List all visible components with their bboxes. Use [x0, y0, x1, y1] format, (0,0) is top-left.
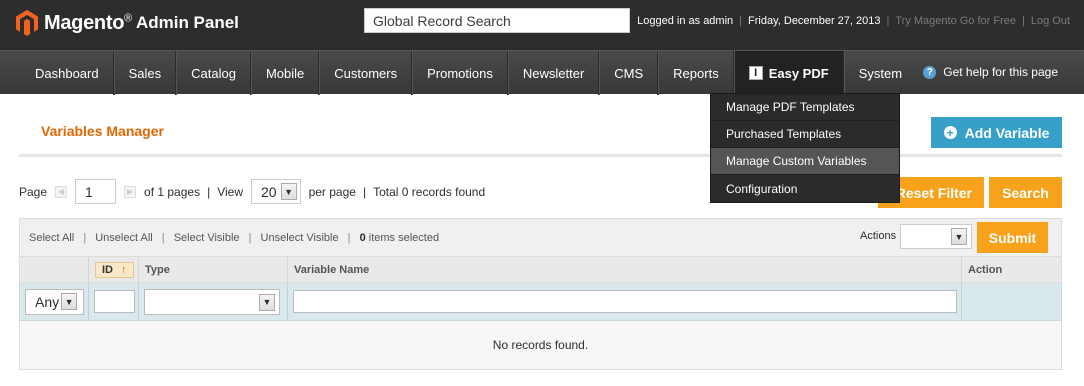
select-all-link[interactable]: Select All [29, 232, 74, 244]
sort-ascending-icon: ↑ [121, 263, 127, 276]
type-filter-select[interactable]: ▼ [144, 288, 280, 315]
page-title: Variables Manager [41, 123, 164, 139]
grid-empty-message: No records found. [19, 321, 1062, 370]
page-number-input[interactable]: 1 [75, 179, 117, 204]
chevron-down-icon: ▼ [280, 183, 297, 200]
pager: Page ◀ 1 ▶ of 1 pages | View 20 ▼ per pa… [19, 179, 485, 204]
massaction-filter-select[interactable]: Any ▼ [25, 288, 84, 315]
nav-easy-pdf[interactable]: I Easy PDF [733, 51, 844, 95]
nav-easy-pdf-label: Easy PDF [768, 65, 829, 81]
unselect-all-link[interactable]: Unselect All [95, 232, 152, 244]
items-selected-count: 0 [359, 232, 366, 244]
nav-promotions[interactable]: Promotions [412, 51, 508, 95]
column-header-action: Action [968, 263, 1003, 276]
menu-configuration[interactable]: Configuration [711, 175, 899, 202]
column-header-type[interactable]: Type [139, 257, 288, 282]
try-magento-link[interactable]: Try Magento Go for Free [895, 15, 1016, 27]
easy-pdf-dropdown: Manage PDF Templates Purchased Templates… [710, 93, 900, 203]
brand-subtitle: Admin Panel [135, 13, 239, 32]
of-pages-text: of 1 pages [144, 184, 201, 199]
main-nav: Dashboard Sales Catalog Mobile Customers… [0, 50, 1084, 95]
chevron-down-icon: ▼ [61, 293, 78, 310]
nav-sales[interactable]: Sales [113, 51, 177, 95]
current-date: Friday, December 27, 2013 [748, 15, 881, 27]
total-records-text: Total 0 records found [373, 184, 486, 199]
nav-dashboard[interactable]: Dashboard [21, 51, 114, 95]
menu-purchased-templates[interactable]: Purchased Templates [711, 121, 899, 148]
logged-in-text: Logged in as admin [637, 15, 734, 27]
unselect-visible-link[interactable]: Unselect Visible [261, 232, 339, 244]
actions-label: Actions [860, 230, 897, 242]
search-button[interactable]: Search [989, 177, 1062, 208]
submit-button[interactable]: Submit [977, 222, 1048, 253]
column-header-id[interactable]: ID ↑ [89, 257, 139, 282]
column-header-variable-name[interactable]: Variable Name [288, 257, 962, 282]
menu-manage-custom-variables[interactable]: Manage Custom Variables [711, 148, 899, 175]
filter-any-value: Any [35, 293, 60, 310]
magento-logo-icon [16, 10, 38, 36]
mass-action-bar: Select All | Unselect All | Select Visib… [19, 218, 1062, 257]
title-divider [19, 154, 1062, 157]
nav-mobile[interactable]: Mobile [250, 51, 320, 95]
header-links: Logged in as admin | Friday, December 27… [637, 15, 1070, 27]
items-selected-label: items selected [368, 232, 440, 244]
grid-header: ID ↑ Type Variable Name Action [19, 257, 1062, 283]
id-filter-input[interactable] [94, 290, 135, 313]
column-header-massaction [20, 257, 89, 282]
per-page-text: per page [308, 184, 356, 199]
chevron-down-icon: ▼ [951, 228, 967, 245]
variable-name-filter-input[interactable] [293, 290, 957, 313]
logout-link[interactable]: Log Out [1031, 15, 1070, 27]
admin-header: Magento® Admin Panel Global Record Searc… [0, 0, 1084, 50]
nav-reports[interactable]: Reports [658, 51, 734, 95]
help-icon: ? [923, 65, 937, 79]
per-page-select[interactable]: 20 ▼ [251, 179, 301, 204]
actions-select[interactable]: ▼ [900, 224, 972, 249]
select-visible-link[interactable]: Select Visible [174, 232, 240, 244]
help-label: Get help for this page [943, 65, 1058, 79]
plus-icon: + [943, 126, 957, 139]
nav-system[interactable]: System [843, 51, 916, 95]
pdf-icon: I [748, 66, 763, 80]
variables-grid: ID ↑ Type Variable Name Action Any ▼ ▼ No… [19, 257, 1062, 370]
prev-page-icon[interactable]: ◀ [55, 185, 68, 198]
menu-manage-pdf-templates[interactable]: Manage PDF Templates [711, 94, 899, 121]
chevron-down-icon: ▼ [259, 293, 275, 311]
nav-catalog[interactable]: Catalog [176, 51, 251, 95]
nav-newsletter[interactable]: Newsletter [507, 51, 600, 95]
view-label: View [217, 184, 243, 199]
add-variable-button[interactable]: + Add Variable [931, 117, 1062, 148]
global-search-input[interactable]: Global Record Search [364, 8, 630, 33]
per-page-value: 20 [261, 183, 277, 200]
column-header-id-label: ID [102, 263, 113, 276]
page-label: Page [19, 184, 48, 199]
nav-cms[interactable]: CMS [599, 51, 659, 95]
brand-name: Magento® [44, 11, 132, 34]
magento-logo[interactable]: Magento® Admin Panel [16, 8, 256, 38]
add-variable-label: Add Variable [964, 124, 1050, 141]
nav-customers[interactable]: Customers [319, 51, 413, 95]
help-link[interactable]: ? Get help for this page [923, 65, 1058, 79]
next-page-icon[interactable]: ▶ [124, 185, 137, 198]
grid-filter-row: Any ▼ ▼ [19, 283, 1062, 321]
